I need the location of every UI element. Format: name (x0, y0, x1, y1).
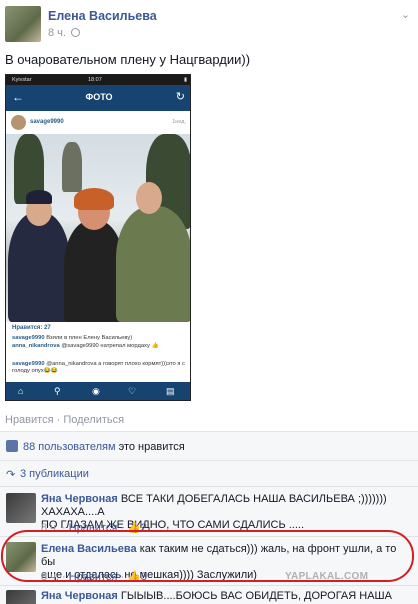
carrier-label: Kyivstar (12, 77, 32, 83)
instagram-comment: savage9990 @anna_nikandrova а говорят пл… (12, 361, 188, 375)
commenter-avatar[interactable] (6, 493, 36, 523)
person-center (64, 220, 124, 322)
instagram-comment-text: Взяли в плен Елену Васильеву) (46, 335, 133, 341)
thumbs-up-icon (6, 440, 18, 452)
post-photo[interactable]: Kyivstar 18:07 ▮ ← ФОТО ↻ savage9990 1не… (5, 74, 191, 401)
author-avatar[interactable] (5, 6, 41, 42)
instagram-avatar (11, 115, 26, 130)
person-right (116, 206, 190, 322)
search-icon: ⚲ (54, 386, 61, 396)
instagram-title: ФОТО (85, 92, 113, 102)
commenter-name[interactable]: Яна Червоная (41, 590, 118, 602)
tree-shape (62, 142, 82, 192)
refresh-icon: ↻ (175, 91, 185, 103)
divider (0, 486, 418, 487)
profile-icon: ▤ (166, 386, 175, 396)
hair-shape (74, 188, 114, 210)
post-time[interactable]: 8 ч. (48, 27, 66, 39)
instagram-comment-user: anna_nikandrova (12, 343, 60, 349)
commenter-name[interactable]: Яна Червоная (41, 493, 118, 505)
commenter-avatar[interactable] (6, 590, 36, 604)
instagram-header: ← ФОТО ↻ (6, 85, 190, 111)
person-left (8, 212, 70, 322)
post-text: В очаровательном плену у Нацгвардии)) (5, 52, 251, 67)
person-head (136, 182, 162, 214)
likes-count-link[interactable]: 88 пользователям (23, 441, 116, 453)
camera-icon: ◉ (92, 386, 100, 396)
share-icon: ↷ (6, 469, 16, 481)
chevron-down-icon[interactable]: ⌄ (401, 8, 410, 21)
instagram-likes: Нравится: 27 (12, 325, 51, 331)
likes-summary: 88 пользователям это нравится (23, 441, 185, 453)
watermark: YAPLAKAL.COM (285, 571, 369, 582)
hat-shape (26, 190, 52, 204)
globe-icon (70, 28, 80, 37)
instagram-photo (6, 134, 190, 322)
divider (0, 585, 418, 586)
heart-icon: ♡ (128, 386, 137, 396)
instagram-bottom-nav: ⌂ ⚲ ◉ ♡ ▤ (6, 382, 190, 400)
phone-status-bar: Kyivstar 18:07 ▮ (6, 75, 190, 85)
instagram-post: savage9990 1нед. Нравится: 27 savage9990… (6, 111, 190, 400)
comment-body: Яна Червоная ГЫЫЫВ....БОЮСЬ ВАС ОБИДЕТЬ,… (41, 590, 413, 603)
post-author-name[interactable]: Елена Васильева (48, 9, 157, 23)
instagram-comment: savage9990 Взяли в плен Елену Васильеву) (12, 335, 188, 342)
instagram-username: savage9990 (30, 119, 64, 125)
instagram-comment-user: savage9990 (12, 335, 45, 341)
like-link[interactable]: Нравится (5, 414, 54, 426)
post-actions: Нравится · Поделиться (5, 414, 124, 426)
home-icon: ⌂ (18, 386, 24, 396)
battery-icon: ▮ (183, 77, 187, 83)
instagram-comment: anna_nikandrova @savage9990 натрепал мор… (12, 343, 188, 350)
instagram-comment-user: savage9990 (12, 361, 45, 367)
instagram-comment-text: @savage9990 натрепал мордаху 👍 (61, 343, 159, 349)
likes-suffix: это нравится (118, 441, 185, 453)
post-meta: 8 ч. (48, 27, 80, 39)
status-time: 18:07 (88, 77, 102, 83)
separator-dot: · (56, 414, 61, 426)
shares-count-link[interactable]: 3 публикации (20, 468, 89, 480)
comment-text: ГЫЫЫВ....БОЮСЬ ВАС ОБИДЕТЬ, ДОРОГАЯ НАША (120, 590, 392, 602)
share-link[interactable]: Поделиться (63, 414, 124, 426)
instagram-post-time: 1нед. (172, 119, 186, 125)
